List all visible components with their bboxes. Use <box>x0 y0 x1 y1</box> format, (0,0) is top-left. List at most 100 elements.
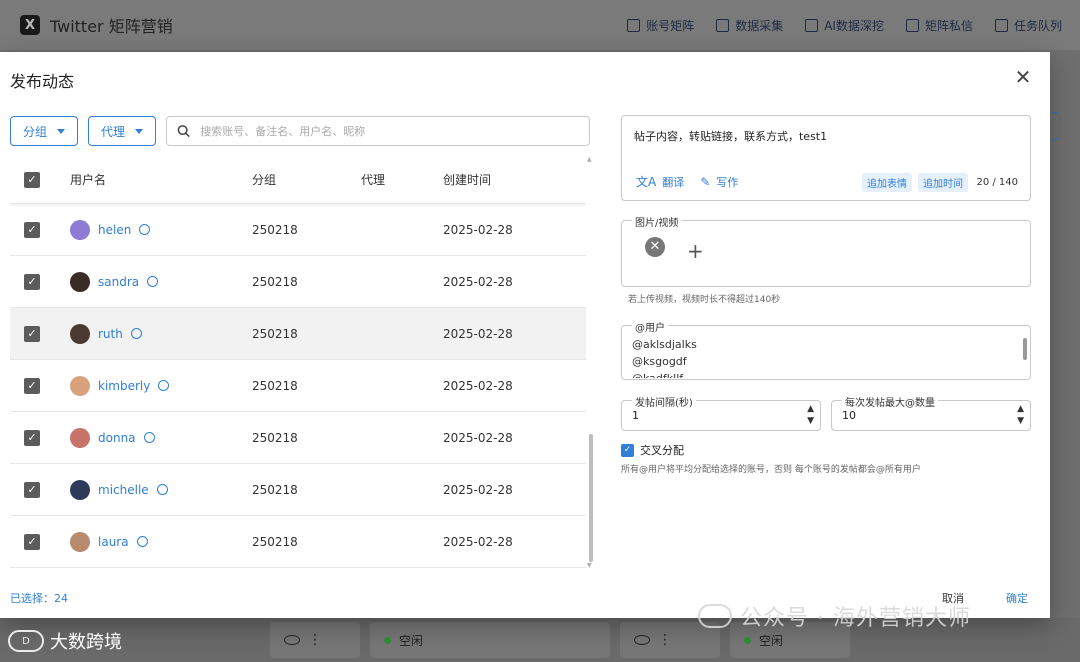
remove-media-icon[interactable]: ✕ <box>645 237 665 257</box>
username-link[interactable]: ruth <box>98 327 123 341</box>
created-cell: 2025-02-28 <box>443 430 513 445</box>
max-mentions-legend: 每次发帖最大@数量 <box>842 394 938 409</box>
post-content-field[interactable]: 帖子内容，转贴链接，联系方式，test1 文A 翻译 ✎ 写作 追加表情 追加时间 … <box>621 115 1031 201</box>
table-row[interactable]: ✓ michelle 250218 2025-02-28 <box>10 464 586 516</box>
nav-task-queue[interactable]: 任务队列 <box>994 17 1062 34</box>
row-checkbox[interactable]: ✓ <box>24 429 40 446</box>
table-body: ✓ helen 250218 2025-02-28 ✓ sandra 250218 2025-… <box>10 204 586 568</box>
confirm-button[interactable]: 确定 <box>1006 590 1028 606</box>
col-username[interactable]: 用户名 <box>56 171 252 188</box>
username-link[interactable]: donna <box>98 431 136 445</box>
user-info-icon[interactable] <box>156 484 168 495</box>
username-link[interactable]: michelle <box>98 483 149 497</box>
background-card: 空闲 <box>370 622 610 658</box>
avatar <box>70 219 90 240</box>
watermark-left-text: 大数跨境 <box>50 632 122 653</box>
brand-logo-icon: D <box>8 630 44 652</box>
username-link[interactable]: sandra <box>98 275 139 289</box>
table-row[interactable]: ✓ laura 250218 2025-02-28 <box>10 516 586 568</box>
interval-input[interactable]: 发帖间隔(秒) 1 ▲ ▼ <box>621 394 821 431</box>
grid-icon <box>716 18 730 32</box>
group-dropdown[interactable]: 分组 <box>10 116 79 146</box>
eye-icon[interactable] <box>634 635 650 645</box>
user-info-icon[interactable] <box>139 224 151 235</box>
more-icon[interactable]: ⋮ <box>658 632 672 648</box>
group-cell: 250218 <box>252 326 298 341</box>
dialog-title: 发布动态 <box>10 72 75 91</box>
table-scrollbar[interactable] <box>589 434 593 562</box>
username-link[interactable]: helen <box>98 223 131 237</box>
created-cell: 2025-02-28 <box>443 534 513 549</box>
avatar <box>70 271 90 292</box>
group-cell: 250218 <box>252 378 298 393</box>
scroll-up-icon[interactable]: ▲ <box>587 156 592 163</box>
mentions-field[interactable]: @用户 @aklsdjalks @ksgogdf @kadfkllf <box>621 319 1031 380</box>
more-icon[interactable]: ⋮ <box>308 632 322 648</box>
close-icon[interactable]: ✕ <box>1012 66 1034 88</box>
search-icon <box>177 125 190 138</box>
mentions-list[interactable]: @aklsdjalks @ksgogdf @kadfkllf <box>632 336 697 378</box>
max-mentions-stepper[interactable]: ▲ ▼ <box>1017 403 1024 427</box>
group-cell: 250218 <box>252 430 298 445</box>
eye-icon[interactable] <box>284 635 300 645</box>
add-time-button[interactable]: 追加时间 <box>918 173 968 192</box>
status-dot-icon <box>384 636 391 644</box>
max-mentions-value[interactable]: 10 <box>842 409 856 422</box>
avatar <box>70 531 90 552</box>
col-group[interactable]: 分组 <box>252 171 361 188</box>
write-button[interactable]: ✎ 写作 <box>700 173 738 190</box>
watermark-right: 公众号 · 海外营销大师 <box>698 600 971 632</box>
nav-account-matrix[interactable]: 账号矩阵 <box>627 17 694 34</box>
accounts-table: ✓ 用户名 分组 代理 创建时间 ✓ helen 250218 2025-02-28 ✓… <box>10 156 586 570</box>
post-content-text[interactable]: 帖子内容，转贴链接，联系方式，test1 <box>634 128 827 144</box>
message-icon <box>905 18 919 32</box>
table-row[interactable]: ✓ helen 250218 2025-02-28 <box>10 204 586 256</box>
nav-ai-mining[interactable]: AI数据深挖 <box>805 17 884 34</box>
add-emoji-button[interactable]: 追加表情 <box>862 173 912 192</box>
col-created[interactable]: 创建时间 <box>443 171 573 188</box>
row-checkbox[interactable]: ✓ <box>24 221 40 238</box>
interval-value[interactable]: 1 <box>632 409 639 422</box>
table-row[interactable]: ✓ ruth 250218 2025-02-28 <box>10 308 586 360</box>
user-info-icon[interactable] <box>143 432 155 443</box>
row-checkbox[interactable]: ✓ <box>24 481 40 498</box>
username-link[interactable]: kimberly <box>98 379 150 393</box>
scroll-down-icon[interactable]: ▼ <box>587 562 592 569</box>
username-link[interactable]: laura <box>98 535 129 549</box>
row-checkbox[interactable]: ✓ <box>24 377 40 394</box>
avatar <box>70 479 90 500</box>
cross-assign-checkbox[interactable]: ✓ <box>621 443 634 457</box>
status-text: 空闲 <box>399 633 424 648</box>
table-row[interactable]: ✓ donna 250218 2025-02-28 <box>10 412 586 464</box>
nav-data-collect[interactable]: 数据采集 <box>716 17 783 34</box>
row-checkbox[interactable]: ✓ <box>24 533 40 550</box>
nav-label: 矩阵私信 <box>924 18 973 33</box>
account-matrix-icon <box>627 18 641 32</box>
table-row[interactable]: ✓ kimberly 250218 2025-02-28 <box>10 360 586 412</box>
mentions-scrollbar[interactable] <box>1023 338 1027 360</box>
add-media-icon[interactable]: + <box>687 239 704 263</box>
user-info-icon[interactable] <box>147 276 159 287</box>
select-all-checkbox[interactable]: ✓ <box>24 171 40 188</box>
row-checkbox[interactable]: ✓ <box>24 273 40 290</box>
col-proxy[interactable]: 代理 <box>361 171 443 188</box>
translate-icon: 文A <box>636 175 657 189</box>
interval-stepper[interactable]: ▲ ▼ <box>807 403 814 427</box>
proxy-dropdown[interactable]: 代理 <box>88 116 157 146</box>
table-row[interactable]: ✓ sandra 250218 2025-02-28 <box>10 256 586 308</box>
row-checkbox[interactable]: ✓ <box>24 325 40 342</box>
search-input[interactable] <box>200 124 580 138</box>
user-info-icon[interactable] <box>130 328 142 339</box>
max-mentions-input[interactable]: 每次发帖最大@数量 10 ▲ ▼ <box>831 394 1031 431</box>
app-title: Twitter 矩阵营销 <box>50 17 173 36</box>
avatar <box>70 427 90 448</box>
created-cell: 2025-02-28 <box>443 326 513 341</box>
mentions-legend: @用户 <box>632 319 668 334</box>
translate-button[interactable]: 文A 翻译 <box>636 173 684 190</box>
proxy-dropdown-label: 代理 <box>101 124 126 139</box>
nav-matrix-dm[interactable]: 矩阵私信 <box>905 17 973 34</box>
user-info-icon[interactable] <box>136 536 148 547</box>
user-info-icon[interactable] <box>158 380 170 391</box>
status-dot-icon <box>744 636 751 644</box>
cross-assign-row[interactable]: ✓ 交叉分配 <box>621 442 684 458</box>
